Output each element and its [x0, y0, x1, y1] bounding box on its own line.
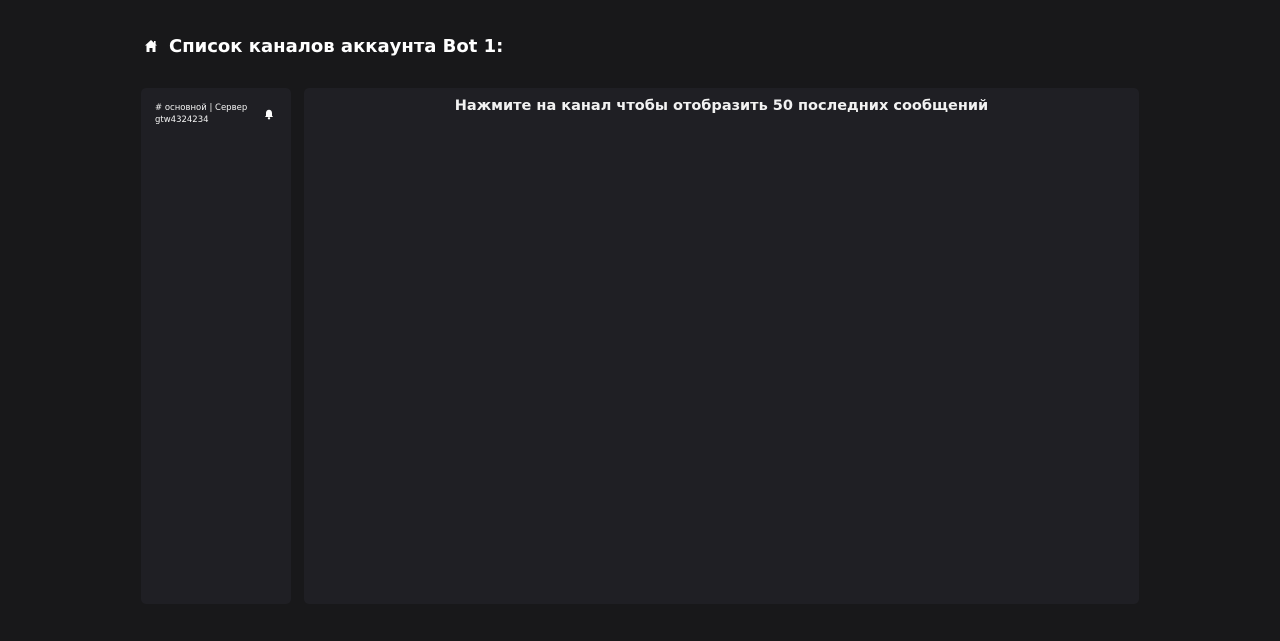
bell-icon[interactable] [264, 109, 274, 120]
channel-list-sidebar: # основной | Сервер gtw4324234 [141, 88, 291, 604]
home-icon[interactable] [144, 39, 158, 53]
page-title: Список каналов аккаунта Bot 1: [169, 35, 504, 57]
page: Список каналов аккаунта Bot 1: # основно… [0, 0, 1280, 641]
channel-label: # основной | Сервер gtw4324234 [155, 103, 248, 125]
page-header: Список каналов аккаунта Bot 1: [144, 33, 503, 59]
messages-hint: Нажмите на канал чтобы отобразить 50 пос… [454, 98, 989, 114]
messages-panel: Нажмите на канал чтобы отобразить 50 пос… [304, 88, 1139, 604]
channel-item[interactable]: # основной | Сервер gtw4324234 [141, 88, 291, 126]
